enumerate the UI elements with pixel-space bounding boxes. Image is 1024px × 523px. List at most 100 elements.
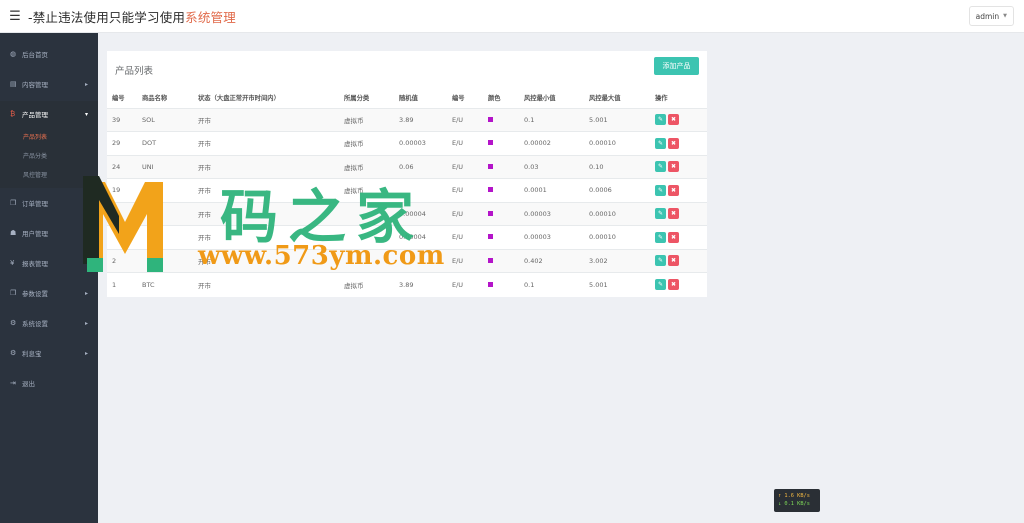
cell-name: BTC: [142, 272, 198, 296]
sidebar-item-content[interactable]: ▤ 内容管理 ▸: [0, 69, 98, 99]
cell-id: 29: [107, 131, 142, 155]
dashboard-icon: ◍: [10, 50, 17, 58]
col-header-random: 随机值: [399, 88, 452, 109]
table-header-row: 编号 商品名称 状态（大盘正常开市时间内） 所属分类 随机值 编号 颜色 风控最…: [107, 88, 707, 109]
network-speed-widget: ↑ 1.6 KB/s ↓ 0.1 KB/s: [774, 489, 820, 512]
cell-actions: ✎ ✖: [655, 131, 707, 155]
color-swatch: [488, 210, 493, 216]
cell-risk-max: 5.001: [589, 107, 655, 132]
table-row: 29 DOT 开市 虚拟币 0.00003 E/U 0.00002 0.00010 ✎ ✖: [107, 131, 707, 155]
sidebar-item-label: 用户管理: [22, 230, 48, 238]
cell-id: 24: [107, 154, 142, 179]
cell-actions: ✎ ✖: [655, 225, 707, 249]
sidebar-item-params[interactable]: ❐ 参数设置 ▸: [0, 278, 98, 308]
sidebar-item-label: 报表管理: [22, 260, 48, 268]
sidebar-item-products[interactable]: ₿ 产品管理 ▾: [0, 101, 98, 127]
color-swatch: [488, 187, 493, 193]
cell-name: UNI: [142, 154, 198, 179]
cell-id: 39: [107, 107, 142, 132]
cell-actions: ✎ ✖: [655, 201, 707, 226]
pencil-icon[interactable]: ✎: [655, 208, 666, 220]
cell-category: 虚拟币: [344, 131, 399, 155]
sidebar-item-logout[interactable]: ⇥ 退出: [0, 368, 98, 398]
copy-icon: ❐: [10, 199, 17, 207]
user-menu[interactable]: admin ▼: [968, 6, 1014, 26]
cell-risk-min: 0.0001: [524, 178, 589, 202]
trash-icon[interactable]: ✖: [668, 114, 679, 126]
cell-risk-max: 0.10: [589, 154, 655, 179]
pencil-icon[interactable]: ✎: [655, 279, 666, 290]
color-swatch: [488, 116, 493, 122]
sidebar-item-label: 退出: [22, 380, 35, 388]
cell-status: 开市: [198, 272, 344, 296]
cell-risk-max: 0.00010: [589, 201, 655, 226]
col-header-category: 所属分类: [344, 88, 399, 109]
cell-risk-min: 0.00003: [524, 201, 589, 226]
trash-icon[interactable]: ✖: [668, 208, 679, 220]
cell-code: E/U: [452, 272, 488, 296]
sidebar-item-system[interactable]: ⚙ 系统设置 ▸: [0, 308, 98, 338]
app-title-main: -禁止违法使用只能学习使用: [28, 9, 186, 25]
chevron-right-icon: ▸: [84, 289, 88, 297]
add-product-button[interactable]: 添加产品: [654, 57, 699, 75]
col-header-id: 编号: [107, 88, 142, 109]
pencil-icon[interactable]: ✎: [655, 114, 666, 126]
sidebar-item-home[interactable]: ◍ 后台首页: [0, 39, 98, 69]
top-header: ☰ -禁止违法使用只能学习使用系统管理 admin ▼: [0, 0, 1024, 33]
color-swatch: [488, 257, 493, 263]
pencil-icon[interactable]: ✎: [655, 231, 666, 243]
cell-actions: ✎ ✖: [655, 178, 707, 202]
trash-icon[interactable]: ✖: [668, 231, 679, 243]
cell-code: E/U: [452, 201, 488, 226]
sign-out-icon: ⇥: [10, 379, 16, 387]
pencil-icon[interactable]: ✎: [655, 137, 666, 149]
cell-status: 开市: [198, 107, 344, 132]
trash-icon[interactable]: ✖: [668, 255, 679, 267]
color-swatch: [488, 140, 493, 146]
cell-category: 虚拟币: [344, 107, 399, 132]
cell-risk-min: 0.00002: [524, 131, 589, 155]
cell-random: 3.89: [399, 272, 452, 296]
cell-actions: ✎ ✖: [655, 154, 707, 179]
app-title-accent: 系统管理: [185, 9, 236, 25]
trash-icon[interactable]: ✖: [668, 137, 679, 149]
cell-code: E/U: [452, 107, 488, 132]
sidebar-item-interest[interactable]: ⚙ 利息宝 ▸: [0, 338, 98, 368]
cell-color: [488, 248, 524, 273]
cell-color: [488, 225, 524, 249]
trash-icon[interactable]: ✖: [668, 184, 679, 196]
color-swatch: [488, 234, 493, 240]
user-icon: ☗: [10, 229, 17, 237]
cell-risk-min: 0.00003: [524, 225, 589, 249]
trash-icon[interactable]: ✖: [668, 279, 679, 290]
cell-risk-max: 5.001: [589, 272, 655, 296]
sidebar-group-products: ₿ 产品管理 ▾ 产品列表 产品分类 风控管理: [0, 101, 98, 188]
sidebar-subitem-product-list[interactable]: 产品列表: [0, 127, 98, 146]
col-header-color: 颜色: [488, 88, 524, 109]
cell-risk-min: 0.03: [524, 154, 589, 179]
bitcoin-icon: ₿: [10, 110, 16, 118]
sidebar-subitem-product-category[interactable]: 产品分类: [0, 146, 98, 165]
cell-code: E/U: [452, 131, 488, 155]
col-header-risk-min: 风控最小值: [524, 88, 589, 109]
cell-name: DOT: [142, 131, 198, 155]
pencil-icon[interactable]: ✎: [655, 184, 666, 196]
cell-risk-max: 0.0006: [589, 178, 655, 202]
cell-risk-max: 0.00010: [589, 131, 655, 155]
download-speed: ↓ 0.1 KB/s: [778, 501, 810, 507]
table-row: 39 SOL 开市 虚拟币 3.89 E/U 0.1 5.001 ✎ ✖: [107, 107, 707, 132]
cell-id: 1: [107, 272, 142, 296]
sidebar-item-label: 后台首页: [22, 51, 48, 59]
book-icon: ▤: [10, 80, 17, 88]
pencil-icon[interactable]: ✎: [655, 255, 666, 267]
trash-icon[interactable]: ✖: [668, 161, 679, 173]
pencil-icon[interactable]: ✎: [655, 161, 666, 173]
sidebar-item-label: 系统设置: [22, 320, 48, 328]
cell-random: 0.00003: [399, 131, 452, 155]
panel-title: 产品列表: [115, 66, 154, 77]
copy-icon: ❐: [10, 289, 17, 297]
col-header-risk-max: 风控最大值: [589, 88, 655, 109]
sidebar: ◍ 后台首页 ▤ 内容管理 ▸ ₿ 产品管理 ▾ 产品列表 产品分类 风控管理 …: [0, 33, 98, 523]
col-header-actions: 操作: [655, 88, 707, 109]
hamburger-icon[interactable]: ☰: [2, 0, 28, 33]
